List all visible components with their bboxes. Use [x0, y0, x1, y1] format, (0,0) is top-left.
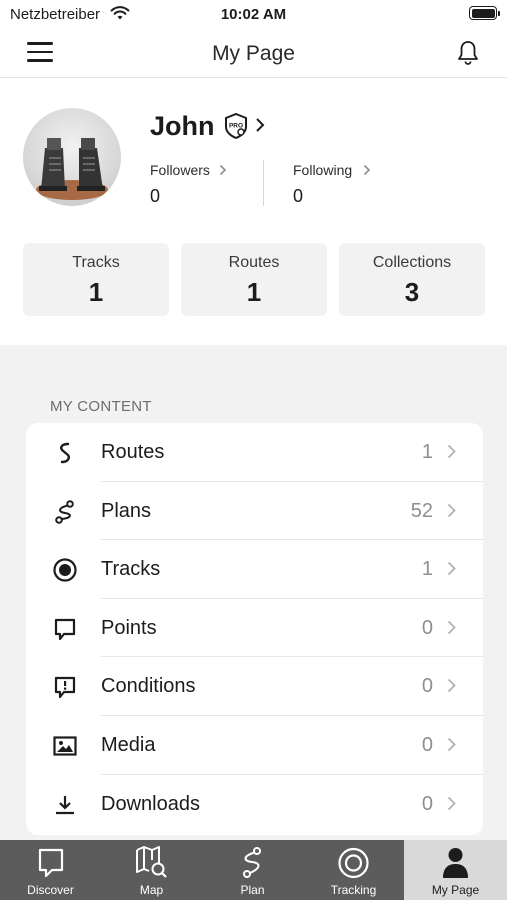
pro-badge-icon: PRO — [225, 112, 247, 140]
count-label: Routes — [228, 254, 280, 271]
collections-count-box[interactable]: Collections 3 — [339, 243, 485, 316]
download-icon — [56, 795, 74, 814]
tab-label: Tracking — [330, 883, 377, 897]
count-label: Tracks — [72, 254, 120, 271]
tab-my-page[interactable]: My Page — [404, 840, 507, 900]
list-item-points[interactable]: Points 0 — [26, 599, 483, 658]
list-item-count: 0 — [421, 734, 433, 756]
tab-label: Plan — [240, 883, 265, 897]
list-item-label: Downloads — [101, 792, 200, 815]
followers-label[interactable]: Followers — [150, 162, 210, 178]
list-item-routes[interactable]: Routes 1 — [26, 423, 483, 482]
tab-label: Map — [139, 883, 164, 897]
chevron-right-icon — [447, 620, 456, 634]
list-item-count: 0 — [421, 616, 433, 639]
list-item-label: Media — [101, 734, 156, 756]
count-label: Collections — [372, 254, 452, 271]
map-icon — [136, 846, 167, 878]
list-item-count: 1 — [421, 558, 433, 581]
username[interactable]: John — [150, 111, 215, 142]
list-item-media[interactable]: Media 0 — [26, 716, 483, 775]
routes-count-box[interactable]: Routes 1 — [181, 243, 327, 316]
tab-tracking[interactable]: Tracking — [303, 840, 404, 900]
chevron-right-icon — [447, 562, 456, 576]
tab-plan[interactable]: Plan — [202, 840, 303, 900]
battery-icon — [469, 6, 500, 20]
avatar[interactable] — [23, 108, 121, 206]
profile-icon — [443, 848, 468, 878]
list-item-count: 1 — [421, 441, 433, 463]
list-item-label: Plans — [101, 499, 152, 522]
bell-icon[interactable] — [457, 40, 479, 66]
list-item-tracks[interactable]: Tracks 1 — [26, 540, 483, 599]
route-icon — [60, 442, 70, 464]
list-item-count: 0 — [421, 792, 433, 815]
following-label[interactable]: Following — [293, 162, 352, 178]
point-icon — [54, 618, 76, 640]
page-title: My Page — [212, 42, 295, 65]
followers-count: 0 — [150, 186, 161, 206]
list-item-downloads[interactable]: Downloads 0 — [26, 775, 483, 834]
discover-icon — [38, 848, 64, 878]
list-item-conditions[interactable]: Conditions 0 — [26, 657, 483, 716]
navigation-bar: My Page — [0, 30, 507, 78]
list-item-label: Routes — [101, 441, 165, 463]
chevron-right-icon — [447, 444, 456, 459]
tracking-icon — [338, 847, 369, 879]
list-item-count: 52 — [410, 499, 433, 522]
tab-map[interactable]: Map — [101, 840, 202, 900]
chevron-right-icon — [447, 796, 456, 810]
count-value: 1 — [88, 277, 104, 307]
list-item-count: 0 — [421, 675, 433, 698]
chevron-right-icon — [363, 164, 371, 176]
tab-label: My Page — [431, 883, 480, 897]
media-icon — [53, 736, 77, 756]
count-value: 3 — [404, 277, 420, 307]
tab-bar: Discover Map Plan Tracking My Page — [0, 840, 507, 900]
clock: 10:02 AM — [220, 6, 287, 23]
track-icon — [53, 558, 77, 582]
boots-image — [36, 138, 108, 200]
chevron-right-icon — [447, 679, 456, 693]
list-item-label: Conditions — [101, 675, 196, 698]
chevron-right-icon — [447, 503, 456, 517]
content-area: MY CONTENT Routes 1 Plans 52 Tracks 1 Po… — [0, 345, 507, 840]
plan-icon — [243, 847, 261, 878]
chevron-right-icon[interactable] — [255, 117, 265, 133]
following-count: 0 — [293, 186, 304, 206]
chevron-right-icon — [447, 737, 456, 752]
condition-icon — [54, 677, 76, 699]
tab-discover[interactable]: Discover — [0, 840, 101, 900]
tab-label: Discover — [27, 883, 74, 897]
divider — [263, 160, 264, 206]
my-content-list: Routes 1 Plans 52 Tracks 1 Points 0 Cond… — [26, 423, 483, 835]
plan-icon — [55, 499, 74, 524]
list-item-plans[interactable]: Plans 52 — [26, 482, 483, 541]
list-item-label: Tracks — [101, 558, 161, 581]
profile-section: John PRO Followers 0 Following 0 Tracks … — [0, 80, 507, 345]
list-item-label: Points — [101, 616, 157, 639]
chevron-right-icon — [219, 164, 227, 176]
tracks-count-box[interactable]: Tracks 1 — [23, 243, 169, 316]
status-bar: Netzbetreiber 10:02 AM — [0, 0, 507, 30]
count-value: 1 — [246, 277, 262, 307]
section-header: MY CONTENT — [50, 398, 152, 415]
